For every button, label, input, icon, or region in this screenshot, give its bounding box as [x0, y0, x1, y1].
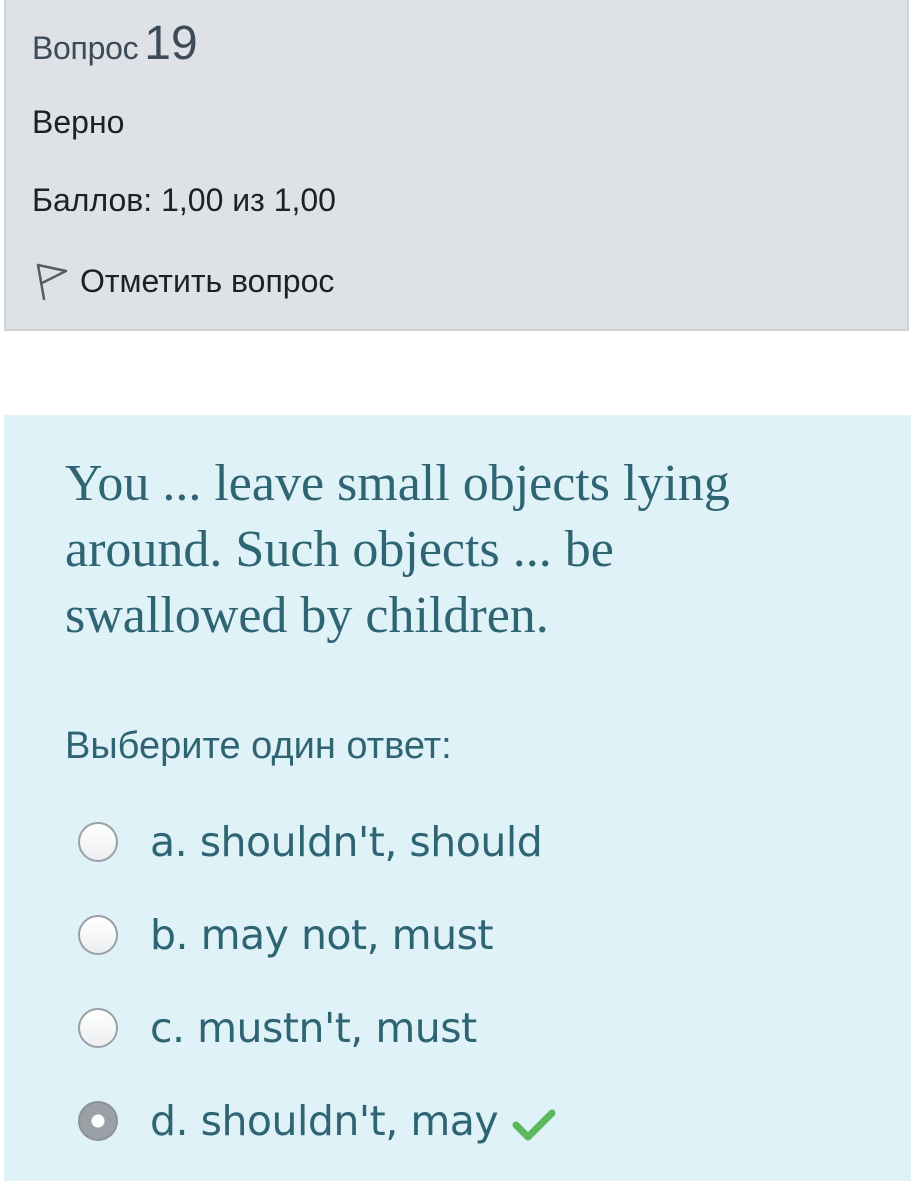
answer-radio-c[interactable] — [78, 1007, 118, 1048]
answer-label-c: c. mustn't, must — [150, 1003, 477, 1052]
question-number: 19 — [144, 17, 198, 70]
answer-option-a[interactable]: a. shouldn't, should — [78, 795, 878, 888]
question-heading: Вопрос 19 — [32, 16, 198, 71]
answer-label-a: a. shouldn't, should — [150, 817, 543, 866]
answer-radio-b[interactable] — [78, 914, 118, 955]
question-word: Вопрос — [32, 30, 139, 66]
question-text: You ... leave small objects lying around… — [65, 455, 730, 644]
answer-list: a. shouldn't, should b. may not, must c.… — [78, 795, 878, 1167]
answer-label-d: d. shouldn't, may — [150, 1096, 499, 1145]
answer-radio-a[interactable] — [78, 821, 118, 862]
answer-option-c[interactable]: c. mustn't, must — [78, 981, 878, 1074]
answer-prompt: Выберите один ответ: — [65, 725, 452, 767]
check-icon — [512, 1105, 556, 1145]
flag-outline-icon — [32, 259, 72, 303]
question-info-panel: Вопрос 19 Верно Баллов: 1,00 из 1,00 Отме… — [4, 0, 909, 331]
answer-radio-d[interactable] — [78, 1100, 118, 1141]
flag-question-link[interactable]: Отметить вопрос — [32, 258, 334, 304]
answer-option-d[interactable]: d. shouldn't, may — [78, 1074, 878, 1167]
question-state: Верно — [32, 104, 125, 140]
question-formulation: You ... leave small objects lying around… — [4, 415, 911, 1181]
question-grade: Баллов: 1,00 из 1,00 — [32, 182, 336, 218]
answer-option-b[interactable]: b. may not, must — [78, 888, 878, 981]
flag-question-label: Отметить вопрос — [80, 262, 335, 299]
answer-label-b: b. may not, must — [150, 910, 494, 959]
